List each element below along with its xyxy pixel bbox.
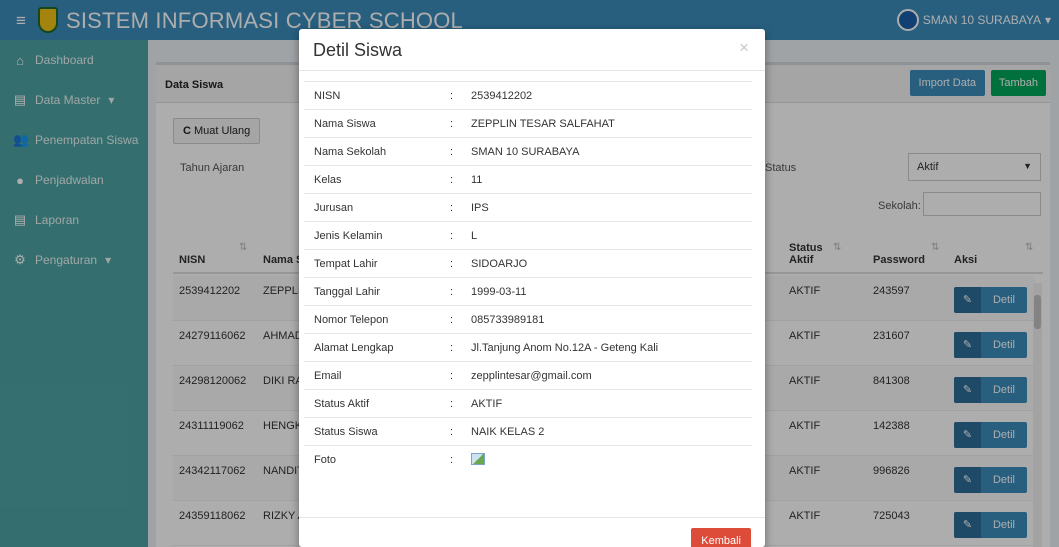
detail-label: Foto — [314, 454, 337, 466]
detail-row-jenis-kelamin: Jenis Kelamin: L — [304, 221, 752, 249]
detail-table: NISN: 2539412202 Nama Siswa: ZEPPLIN TESAR… — [304, 81, 752, 473]
detail-value: AKTIF — [471, 398, 503, 410]
detail-value: 085733989181 — [471, 314, 545, 326]
detail-label: NISN — [314, 90, 341, 102]
detail-label: Status Siswa — [314, 426, 378, 438]
detail-value: zepplintesar@gmail.com — [471, 370, 592, 382]
modal-header: Detil Siswa × — [299, 29, 765, 71]
detail-row-status-aktif: Status Aktif: AKTIF — [304, 389, 752, 417]
detail-label: Jurusan — [314, 202, 354, 214]
detail-value: L — [471, 230, 478, 242]
back-button[interactable]: Kembali — [691, 528, 751, 547]
detail-value: ZEPPLIN TESAR SALFAHAT — [471, 118, 615, 130]
detail-row-jurusan: Jurusan: IPS — [304, 193, 752, 221]
detail-separator: : — [450, 314, 454, 326]
detail-separator: : — [450, 118, 454, 130]
detail-separator: : — [450, 370, 454, 382]
broken-image-icon — [471, 453, 485, 465]
modal-title: Detil Siswa — [313, 40, 403, 60]
detail-row-foto: Foto: — [304, 445, 752, 473]
close-icon[interactable]: × — [739, 38, 749, 58]
modal-footer: Kembali — [299, 517, 765, 547]
detail-label: Jenis Kelamin — [314, 230, 383, 242]
detail-row-nama-sekolah: Nama Sekolah: SMAN 10 SURABAYA — [304, 137, 752, 165]
detail-separator: : — [450, 342, 454, 354]
detail-label: Status Aktif — [314, 398, 370, 410]
detail-value: SIDOARJO — [471, 258, 528, 270]
detail-separator: : — [450, 258, 454, 270]
detail-row-status-siswa: Status Siswa: NAIK KELAS 2 — [304, 417, 752, 445]
detail-value: SMAN 10 SURABAYA — [471, 146, 580, 158]
detail-label: Nama Siswa — [314, 118, 376, 130]
detail-separator: : — [450, 90, 454, 102]
detail-row-tempat-lahir: Tempat Lahir: SIDOARJO — [304, 249, 752, 277]
detail-separator: : — [450, 230, 454, 242]
detail-value: NAIK KELAS 2 — [471, 426, 545, 438]
detail-row-email: Email: zepplintesar@gmail.com — [304, 361, 752, 389]
detail-separator: : — [450, 146, 454, 158]
detail-row-kelas: Kelas: 11 — [304, 165, 752, 193]
detail-label: Nomor Telepon — [314, 314, 389, 326]
detail-row-tanggal-lahir: Tanggal Lahir: 1999-03-11 — [304, 277, 752, 305]
detail-siswa-modal: Detil Siswa × NISN: 2539412202 Nama Siswa… — [299, 29, 765, 547]
detail-row-nomor-telepon: Nomor Telepon: 085733989181 — [304, 305, 752, 333]
detail-label: Kelas — [314, 174, 342, 186]
detail-separator: : — [450, 202, 454, 214]
detail-value: 11 — [471, 174, 483, 186]
detail-label: Nama Sekolah — [314, 146, 387, 158]
detail-value: 1999-03-11 — [471, 286, 527, 298]
detail-label: Alamat Lengkap — [314, 342, 394, 354]
detail-label: Email — [314, 370, 342, 382]
detail-separator: : — [450, 286, 454, 298]
detail-row-nama-siswa: Nama Siswa: ZEPPLIN TESAR SALFAHAT — [304, 109, 752, 137]
detail-value: IPS — [471, 202, 489, 214]
detail-separator: : — [450, 426, 454, 438]
detail-value: Jl.Tanjung Anom No.12A - Geteng Kali — [471, 342, 659, 354]
detail-separator: : — [450, 454, 454, 466]
detail-separator: : — [450, 398, 454, 410]
detail-label: Tanggal Lahir — [314, 286, 381, 298]
detail-value: 2539412202 — [471, 90, 533, 102]
detail-separator: : — [450, 174, 454, 186]
detail-row-alamat: Alamat Lengkap: Jl.Tanjung Anom No.12A - … — [304, 333, 752, 361]
detail-label: Tempat Lahir — [314, 258, 378, 270]
detail-row-nisn: NISN: 2539412202 — [304, 81, 752, 109]
